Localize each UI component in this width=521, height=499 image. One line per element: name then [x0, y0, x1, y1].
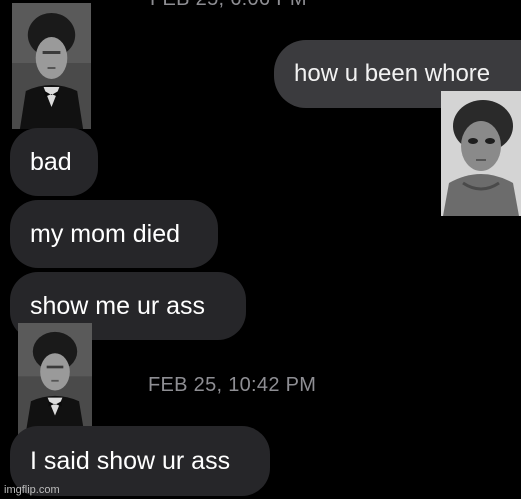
message-bubble-received[interactable]: my mom died — [10, 200, 218, 268]
avatar-tuxedo-photo — [18, 323, 92, 435]
timestamp-second: FEB 25, 10:42 PM — [148, 374, 317, 396]
message-bubble-received[interactable]: bad — [10, 128, 98, 196]
watermark-text: imgflip.com — [4, 484, 60, 496]
timestamp-first: FEB 25, 6:06 PM — [150, 0, 307, 11]
avatar-tuxedo-photo — [12, 3, 91, 129]
avatar-hoodie-photo — [441, 91, 521, 216]
